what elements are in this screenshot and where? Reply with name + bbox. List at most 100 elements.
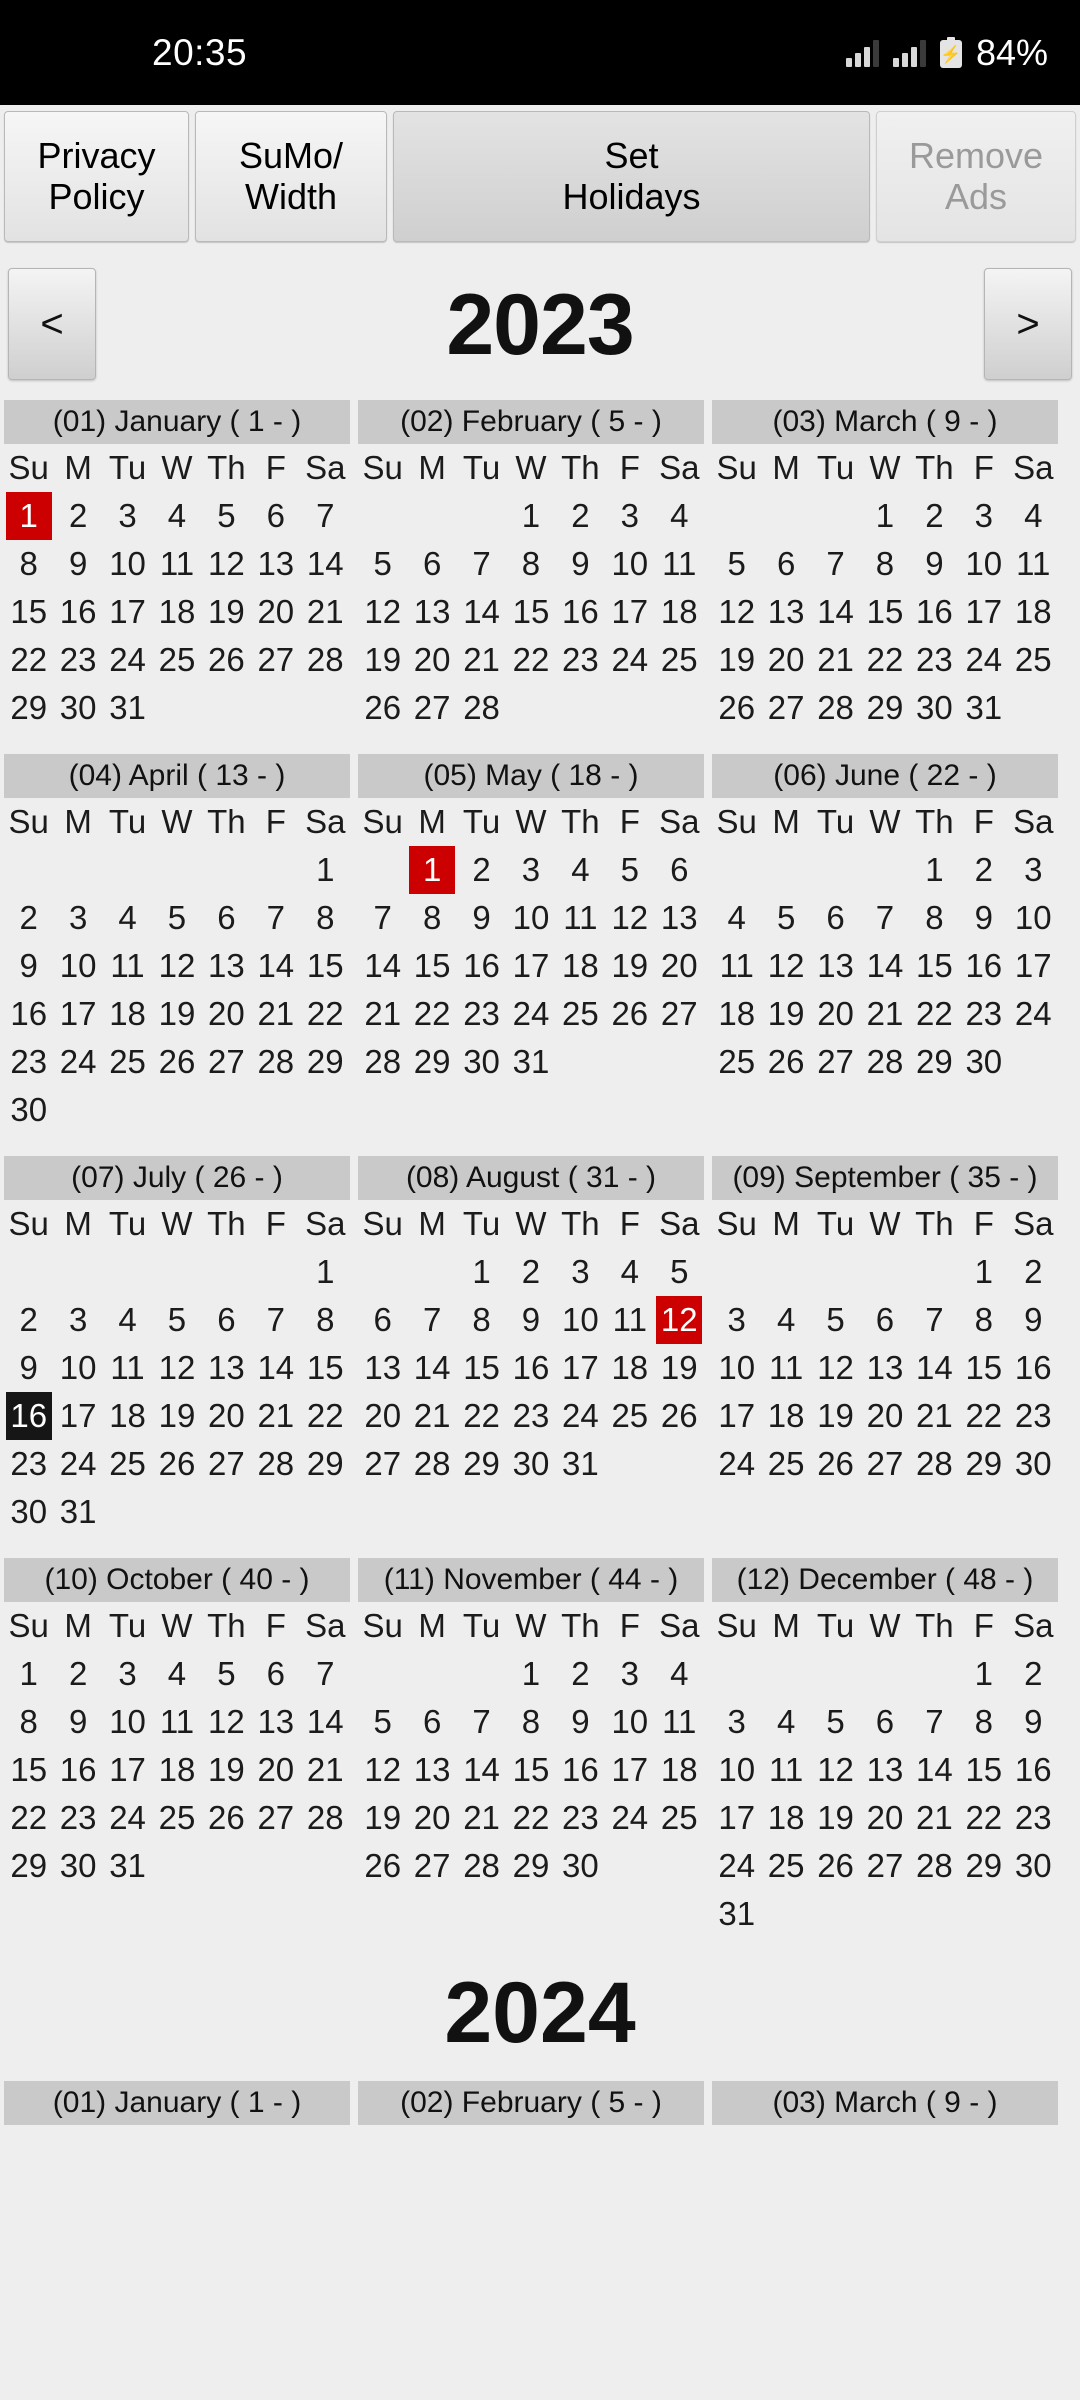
day-cell[interactable]: 21 <box>301 588 350 636</box>
day-cell[interactable]: 28 <box>301 1794 350 1842</box>
day-cell[interactable]: 6 <box>761 540 810 588</box>
day-cell[interactable]: 26 <box>152 1440 201 1488</box>
day-cell[interactable]: 21 <box>910 1392 959 1440</box>
month-header[interactable]: (04) April ( 13 - ) <box>4 754 350 798</box>
day-cell[interactable]: 11 <box>556 894 605 942</box>
day-cell[interactable]: 15 <box>959 1746 1008 1794</box>
day-cell[interactable]: 23 <box>910 636 959 684</box>
day-cell[interactable]: 5 <box>605 846 654 894</box>
day-cell[interactable]: 8 <box>506 1698 555 1746</box>
day-cell[interactable]: 20 <box>407 1794 456 1842</box>
day-cell[interactable]: 1 <box>457 1248 506 1296</box>
day-cell[interactable]: 5 <box>358 1698 407 1746</box>
day-cell[interactable]: 7 <box>860 894 909 942</box>
day-cell[interactable]: 12 <box>152 1344 201 1392</box>
day-cell[interactable]: 24 <box>712 1440 761 1488</box>
day-cell[interactable]: 21 <box>251 1392 300 1440</box>
day-cell[interactable]: 2 <box>53 492 102 540</box>
day-cell[interactable]: 14 <box>860 942 909 990</box>
day-cell[interactable]: 22 <box>910 990 959 1038</box>
day-cell[interactable]: 14 <box>910 1344 959 1392</box>
day-cell[interactable]: 2 <box>556 492 605 540</box>
day-cell[interactable]: 3 <box>605 492 654 540</box>
day-cell[interactable]: 17 <box>506 942 555 990</box>
day-cell[interactable]: 17 <box>53 1392 102 1440</box>
month-header[interactable]: (02) February ( 5 - ) <box>358 2081 704 2125</box>
day-cell[interactable]: 4 <box>655 1650 704 1698</box>
day-cell[interactable]: 9 <box>457 894 506 942</box>
day-cell[interactable]: 3 <box>712 1698 761 1746</box>
day-cell[interactable]: 27 <box>251 636 300 684</box>
day-cell[interactable]: 11 <box>152 1698 201 1746</box>
day-cell[interactable]: 8 <box>407 894 456 942</box>
day-cell[interactable]: 9 <box>53 540 102 588</box>
day-cell[interactable]: 20 <box>860 1392 909 1440</box>
day-cell[interactable]: 2 <box>910 492 959 540</box>
day-cell[interactable]: 10 <box>103 540 152 588</box>
day-cell[interactable]: 9 <box>506 1296 555 1344</box>
day-cell[interactable]: 29 <box>910 1038 959 1086</box>
day-cell[interactable]: 8 <box>4 1698 53 1746</box>
day-cell[interactable]: 31 <box>103 1842 152 1890</box>
day-cell[interactable]: 17 <box>556 1344 605 1392</box>
day-cell[interactable]: 24 <box>605 1794 654 1842</box>
day-cell[interactable]: 9 <box>910 540 959 588</box>
day-cell[interactable]: 6 <box>202 1296 251 1344</box>
day-cell[interactable]: 3 <box>53 1296 102 1344</box>
day-cell[interactable]: 14 <box>301 1698 350 1746</box>
day-cell[interactable]: 13 <box>407 588 456 636</box>
day-cell[interactable]: 1 <box>959 1248 1008 1296</box>
day-cell[interactable]: 23 <box>1009 1392 1058 1440</box>
month-header[interactable]: (06) June ( 22 - ) <box>712 754 1058 798</box>
day-cell[interactable]: 30 <box>457 1038 506 1086</box>
day-cell[interactable]: 29 <box>4 1842 53 1890</box>
day-cell[interactable]: 13 <box>202 942 251 990</box>
day-cell[interactable]: 8 <box>910 894 959 942</box>
day-cell[interactable]: 4 <box>103 894 152 942</box>
day-cell[interactable]: 11 <box>761 1344 810 1392</box>
day-cell[interactable]: 25 <box>712 1038 761 1086</box>
day-cell[interactable]: 7 <box>251 1296 300 1344</box>
day-cell[interactable]: 23 <box>4 1440 53 1488</box>
day-cell[interactable]: 31 <box>959 684 1008 732</box>
day-cell[interactable]: 6 <box>860 1296 909 1344</box>
day-cell[interactable]: 22 <box>4 636 53 684</box>
day-cell[interactable]: 27 <box>860 1440 909 1488</box>
sumo-width-button[interactable]: SuMo/ Width <box>195 111 387 242</box>
day-cell[interactable]: 7 <box>910 1296 959 1344</box>
day-cell[interactable]: 27 <box>358 1440 407 1488</box>
day-cell[interactable]: 5 <box>811 1296 860 1344</box>
day-cell[interactable]: 8 <box>959 1698 1008 1746</box>
day-cell[interactable]: 12 <box>811 1746 860 1794</box>
day-cell[interactable]: 14 <box>251 942 300 990</box>
day-cell[interactable]: 22 <box>860 636 909 684</box>
day-cell[interactable]: 28 <box>358 1038 407 1086</box>
day-cell[interactable]: 8 <box>506 540 555 588</box>
day-cell[interactable]: 30 <box>959 1038 1008 1086</box>
day-cell[interactable]: 29 <box>959 1842 1008 1890</box>
day-cell[interactable]: 12 <box>152 942 201 990</box>
day-cell[interactable]: 10 <box>712 1344 761 1392</box>
day-cell[interactable]: 15 <box>860 588 909 636</box>
day-cell[interactable]: 22 <box>301 990 350 1038</box>
day-cell[interactable]: 23 <box>53 636 102 684</box>
day-cell[interactable]: 5 <box>811 1698 860 1746</box>
day-cell[interactable]: 16 <box>4 1392 53 1440</box>
day-cell[interactable]: 1 <box>301 1248 350 1296</box>
day-cell[interactable]: 5 <box>152 894 201 942</box>
day-cell[interactable]: 2 <box>1009 1248 1058 1296</box>
day-cell[interactable]: 25 <box>761 1842 810 1890</box>
day-cell[interactable]: 31 <box>506 1038 555 1086</box>
day-cell[interactable]: 26 <box>202 1794 251 1842</box>
day-cell[interactable]: 20 <box>761 636 810 684</box>
day-cell[interactable]: 26 <box>358 684 407 732</box>
day-cell[interactable]: 10 <box>712 1746 761 1794</box>
day-cell[interactable]: 12 <box>761 942 810 990</box>
previous-year-button[interactable]: < <box>8 268 96 380</box>
day-cell[interactable]: 13 <box>407 1746 456 1794</box>
day-cell[interactable]: 21 <box>457 636 506 684</box>
day-cell[interactable]: 10 <box>53 1344 102 1392</box>
day-cell[interactable]: 2 <box>1009 1650 1058 1698</box>
day-cell[interactable]: 27 <box>811 1038 860 1086</box>
day-cell[interactable]: 18 <box>712 990 761 1038</box>
